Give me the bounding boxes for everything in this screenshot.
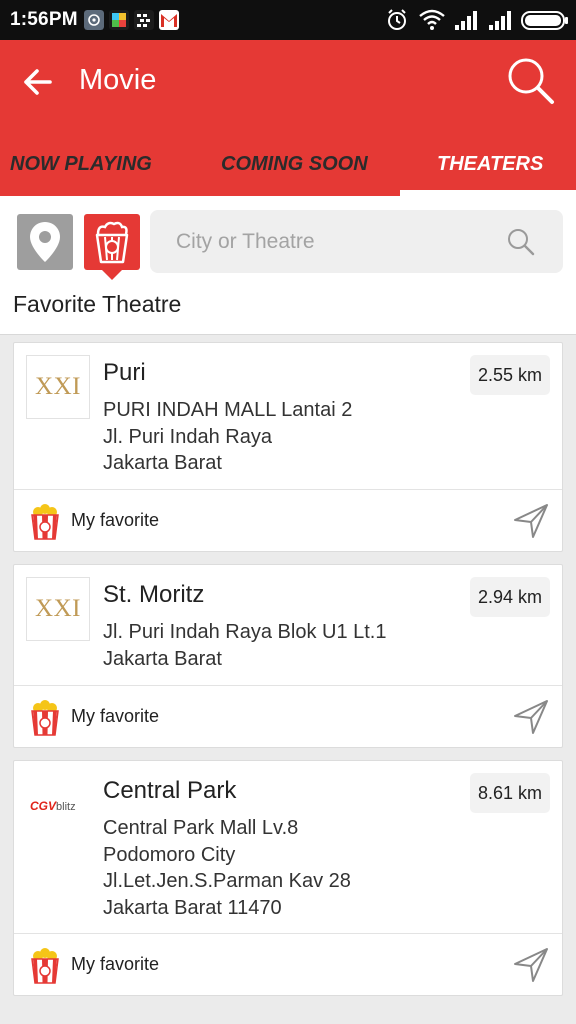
- popcorn-icon[interactable]: [28, 504, 62, 540]
- search-box-icon[interactable]: [505, 226, 537, 258]
- distance-badge: 2.94 km: [469, 577, 550, 617]
- notification-app-icon: [84, 10, 104, 30]
- page-title: Movie: [79, 64, 157, 96]
- favorite-label: My favorite: [71, 510, 160, 530]
- theatre-address: Central Park Mall Lv.8 Podomoro City Jl.…: [103, 815, 351, 921]
- navigate-icon[interactable]: [512, 946, 550, 984]
- favorite-row: My favorite: [14, 686, 562, 748]
- navigate-icon[interactable]: [512, 698, 550, 736]
- location-pin-icon: [30, 222, 60, 262]
- address-line: PURI INDAH MALL Lantai 2: [103, 399, 353, 421]
- favorite-label: My favorite: [71, 954, 160, 974]
- favorite-label: My favorite: [71, 706, 160, 726]
- favorite-filter-button[interactable]: [84, 214, 140, 270]
- favorite-row: My favorite: [14, 490, 562, 552]
- navigate-icon[interactable]: [512, 502, 550, 540]
- cgv-logo: CGVblitz: [30, 797, 90, 817]
- address-line: Jl. Puri Indah Raya: [103, 425, 272, 448]
- address-line: Jl. Puri Indah Raya Blok U1 Lt.1: [103, 621, 387, 643]
- xxi-logo-text: XXI: [35, 595, 81, 622]
- search-icon[interactable]: [504, 54, 558, 108]
- theatre-card[interactable]: XXI St. Moritz 2.94 km Jl. Puri Indah Ra…: [13, 564, 563, 748]
- popcorn-icon[interactable]: [28, 700, 62, 736]
- popcorn-icon[interactable]: [28, 948, 62, 984]
- theatre-logo: XXI: [26, 355, 90, 419]
- theatre-name: St. Moritz: [103, 581, 205, 608]
- favorite-row: My favorite: [14, 934, 562, 996]
- cgv-logo-text: CGV: [30, 799, 57, 813]
- bbm-app-icon: [134, 10, 154, 30]
- theatre-address: PURI INDAH MALL Lantai 2 Jl. Puri Indah …: [103, 397, 352, 477]
- alarm-icon: [388, 9, 406, 30]
- wifi-icon: [419, 9, 445, 30]
- address-line: Central Park Mall Lv.8: [103, 817, 299, 839]
- address-line: Jakarta Barat: [103, 452, 222, 474]
- app-bar: Movie NOW PLAYING COMING SOON THEATERS: [0, 40, 576, 196]
- section-divider: [0, 334, 576, 335]
- theatre-logo: XXI: [26, 577, 90, 641]
- popcorn-icon: [95, 221, 129, 264]
- gmail-icon: [159, 10, 179, 30]
- tab-theaters[interactable]: THEATERS: [437, 144, 543, 184]
- distance-badge: 2.55 km: [469, 355, 550, 395]
- xxi-logo-text: XXI: [35, 373, 81, 400]
- signal-icon-2: [489, 11, 511, 30]
- filter-area: Favorite Theatre: [0, 196, 576, 334]
- distance-badge: 8.61 km: [469, 773, 550, 813]
- battery-icon: [521, 11, 568, 30]
- status-time: 1:56PM: [10, 9, 78, 30]
- theatre-address: Jl. Puri Indah Raya Blok U1 Lt.1 Jakarta…: [103, 619, 386, 672]
- tab-coming-soon[interactable]: COMING SOON: [221, 144, 368, 184]
- active-filter-caret: [100, 268, 124, 280]
- location-filter-button[interactable]: [17, 214, 73, 270]
- theatre-card[interactable]: CGVblitz Central Park 8.61 km Central Pa…: [13, 760, 563, 996]
- address-line: Jakarta Barat: [103, 647, 222, 670]
- tab-now-playing[interactable]: NOW PLAYING: [10, 144, 152, 184]
- tab-bar: NOW PLAYING COMING SOON THEATERS: [0, 136, 576, 192]
- theatre-name: Central Park: [103, 777, 237, 804]
- address-line: Podomoro City: [103, 843, 236, 866]
- theatre-card[interactable]: XXI Puri 2.55 km PURI INDAH MALL Lantai …: [13, 342, 563, 552]
- signal-icon-1: [455, 11, 477, 30]
- search-input[interactable]: [176, 210, 496, 273]
- address-line: Jl.Let.Jen.S.Parman Kav 28: [103, 870, 351, 892]
- search-box: [150, 210, 563, 273]
- address-line: Jakarta Barat 11470: [103, 896, 282, 919]
- theatre-name: Puri: [103, 359, 146, 386]
- puzzle-app-icon: [109, 10, 129, 30]
- status-bar: 1:56PM: [0, 0, 576, 40]
- section-title: Favorite Theatre: [13, 291, 182, 317]
- back-arrow-icon[interactable]: [18, 62, 58, 102]
- cgv-logo-sub: blitz: [56, 801, 76, 813]
